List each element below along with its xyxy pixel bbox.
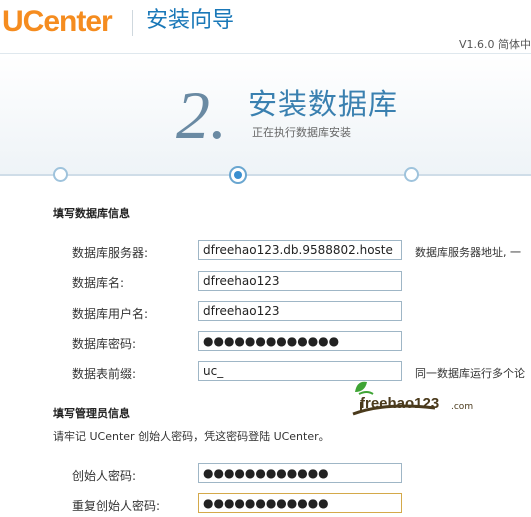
db-host-input[interactable]: dfreehao123.db.9588802.hoste xyxy=(198,240,402,260)
db-host-label: 数据库服务器: xyxy=(72,246,149,260)
admin-section-title: 填写管理员信息 xyxy=(53,407,130,420)
version-label: V1.6.0 简体中 xyxy=(458,38,531,51)
progress-step-1-icon xyxy=(53,167,68,182)
confirm-password-input[interactable]: ●●●●●●●●●●●● xyxy=(198,493,402,513)
db-host-hint: 数据库服务器地址, 一 xyxy=(415,246,521,259)
progress-step-2-icon xyxy=(229,166,247,184)
watermark-suffix: .com xyxy=(451,402,474,412)
db-user-input[interactable]: dfreehao123 xyxy=(198,301,402,321)
db-password-input[interactable]: ●●●●●●●●●●●●● xyxy=(198,331,402,351)
confirm-password-value: ●●●●●●●●●●●● xyxy=(203,496,329,510)
db-password-value: ●●●●●●●●●●●●● xyxy=(203,334,340,348)
founder-password-label: 创始人密码: xyxy=(72,469,137,483)
table-prefix-value: uc_ xyxy=(203,364,224,378)
admin-note: 请牢记 UCenter 创始人密码，凭这密码登陆 UCenter。 xyxy=(53,430,330,443)
step-number: 2. xyxy=(176,77,227,153)
ucenter-logo: UCenter xyxy=(2,5,113,38)
db-user-value: dfreehao123 xyxy=(203,304,280,318)
db-user-label: 数据库用户名: xyxy=(72,307,149,321)
progress-track xyxy=(0,174,531,176)
founder-password-input[interactable]: ●●●●●●●●●●●● xyxy=(198,463,402,483)
db-name-label: 数据库名: xyxy=(72,276,125,290)
db-name-value: dfreehao123 xyxy=(203,274,280,288)
db-host-value: dfreehao123.db.9588802.hoste xyxy=(203,243,393,257)
founder-password-value: ●●●●●●●●●●●● xyxy=(203,466,329,480)
progress-step-3-icon xyxy=(404,167,419,182)
step-title: 安装数据库 xyxy=(248,87,399,121)
header-divider xyxy=(132,10,133,36)
table-prefix-label: 数据表前缀: xyxy=(72,367,137,381)
header: UCenter 安装向导 V1.6.0 简体中 xyxy=(0,0,531,54)
confirm-password-label: 重复创始人密码: xyxy=(72,499,161,513)
db-password-label: 数据库密码: xyxy=(72,337,137,351)
watermark-text: freehao123 xyxy=(360,395,440,412)
header-title: 安装向导 xyxy=(146,8,235,33)
step-subtitle: 正在执行数据库安装 xyxy=(252,126,351,139)
db-name-input[interactable]: dfreehao123 xyxy=(198,271,402,291)
db-section-title: 填写数据库信息 xyxy=(53,207,130,220)
